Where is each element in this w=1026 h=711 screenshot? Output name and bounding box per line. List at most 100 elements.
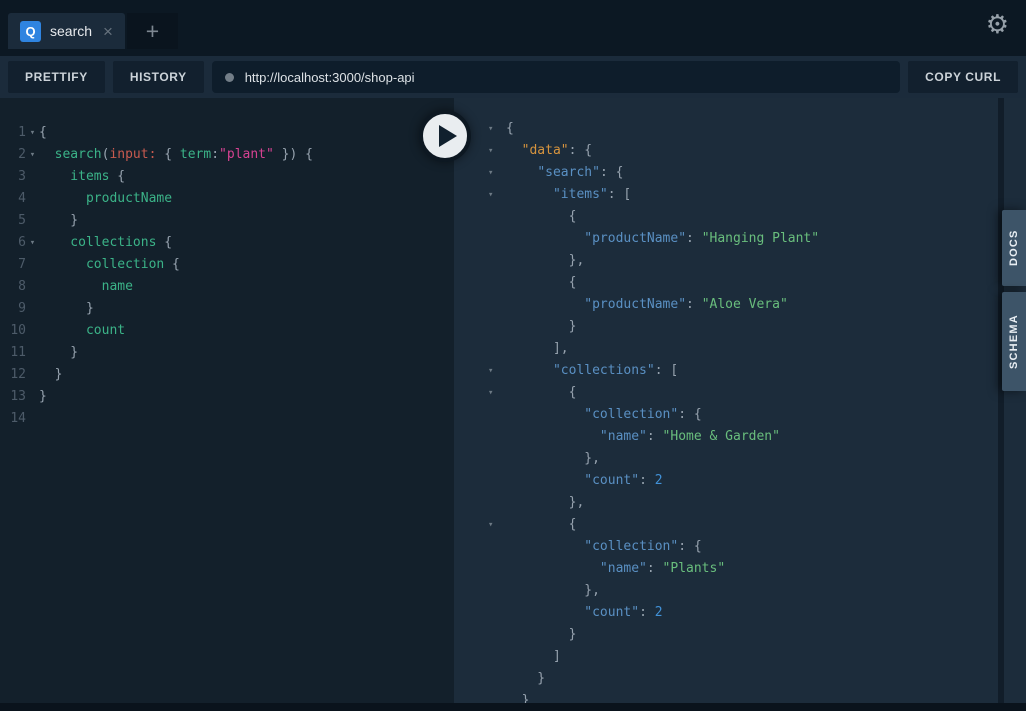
graphql-tab-icon: Q	[20, 21, 41, 42]
fold-spacer	[488, 646, 506, 668]
fold-spacer	[488, 668, 506, 690]
line-number: 12	[0, 364, 26, 386]
fold-arrow-icon[interactable]: ▾	[488, 184, 506, 206]
code-line: {	[454, 272, 1026, 294]
code-text: collections {	[39, 232, 454, 254]
fold-spacer	[26, 210, 39, 232]
fold-spacer	[488, 624, 506, 646]
query-editor[interactable]: 1▾{2▾ search(input: { term:"plant" }) {3…	[0, 98, 454, 703]
fold-arrow-icon[interactable]: ▾	[488, 360, 506, 382]
fold-spacer	[488, 206, 506, 228]
fold-spacer	[488, 338, 506, 360]
code-line: "productName": "Aloe Vera"	[454, 294, 1026, 316]
execute-query-button[interactable]	[419, 110, 471, 162]
code-text: {	[506, 206, 1026, 228]
history-button[interactable]: HISTORY	[113, 61, 204, 93]
fold-arrow-icon[interactable]: ▾	[26, 232, 39, 254]
endpoint-url-text: http://localhost:3000/shop-api	[245, 70, 415, 85]
code-line: },	[454, 492, 1026, 514]
code-line: 7 collection {	[0, 254, 454, 276]
tab-label: search	[50, 23, 92, 39]
code-text: ]	[506, 646, 1026, 668]
fold-spacer	[488, 492, 506, 514]
code-line: "name": "Plants"	[454, 558, 1026, 580]
code-line: },	[454, 580, 1026, 602]
fold-spacer	[488, 228, 506, 250]
code-line: }	[454, 624, 1026, 646]
code-text: collection {	[39, 254, 454, 276]
fold-spacer	[488, 470, 506, 492]
copy-curl-button[interactable]: COPY CURL	[908, 61, 1018, 93]
code-text: }	[39, 210, 454, 232]
code-text: ],	[506, 338, 1026, 360]
code-line: 11 }	[0, 342, 454, 364]
line-number: 3	[0, 166, 26, 188]
line-number: 8	[0, 276, 26, 298]
line-number: 4	[0, 188, 26, 210]
code-line: ]	[454, 646, 1026, 668]
code-text: }	[506, 690, 1026, 703]
code-text: count	[39, 320, 454, 342]
fold-arrow-icon[interactable]: ▾	[26, 144, 39, 166]
prettify-button[interactable]: PRETTIFY	[8, 61, 105, 93]
code-line: }	[454, 668, 1026, 690]
tab-search[interactable]: Q search ×	[8, 13, 125, 49]
code-text: name	[39, 276, 454, 298]
tab-schema[interactable]: SCHEMA	[1002, 292, 1026, 391]
fold-spacer	[26, 298, 39, 320]
response-viewer[interactable]: ▾{▾ "data": {▾ "search": {▾ "items": [ {…	[454, 98, 1026, 703]
line-number: 10	[0, 320, 26, 342]
fold-arrow-icon[interactable]: ▾	[488, 382, 506, 404]
code-text: "name": "Home & Garden"	[506, 426, 1026, 448]
line-number: 2	[0, 144, 26, 166]
code-line: 9 }	[0, 298, 454, 320]
line-number: 13	[0, 386, 26, 408]
line-number: 9	[0, 298, 26, 320]
fold-spacer	[488, 272, 506, 294]
code-line: ▾ "collections": [	[454, 360, 1026, 382]
code-text: "productName": "Aloe Vera"	[506, 294, 1026, 316]
code-line: ▾ "data": {	[454, 140, 1026, 162]
code-text: items {	[39, 166, 454, 188]
fold-spacer	[488, 536, 506, 558]
code-line: 14	[0, 408, 454, 430]
code-text: {	[39, 122, 454, 144]
tab-bar: Q search × + ⚙	[0, 0, 1026, 56]
code-line: "productName": "Hanging Plant"	[454, 228, 1026, 250]
fold-arrow-icon[interactable]: ▾	[26, 122, 39, 144]
code-line: 2▾ search(input: { term:"plant" }) {	[0, 144, 454, 166]
plus-icon: +	[146, 20, 159, 43]
code-line: "count": 2	[454, 470, 1026, 492]
fold-arrow-icon[interactable]: ▾	[488, 514, 506, 536]
close-tab-icon[interactable]: ×	[103, 23, 113, 40]
code-text: {	[506, 118, 1026, 140]
code-line: 4 productName	[0, 188, 454, 210]
code-text: }	[39, 364, 454, 386]
fold-spacer	[488, 404, 506, 426]
fold-spacer	[488, 602, 506, 624]
code-line: }	[454, 316, 1026, 338]
code-text: {	[506, 382, 1026, 404]
fold-spacer	[26, 188, 39, 210]
fold-arrow-icon[interactable]: ▾	[488, 118, 506, 140]
endpoint-url-input[interactable]: http://localhost:3000/shop-api	[212, 61, 900, 93]
code-line: 5 }	[0, 210, 454, 232]
code-line: "collection": {	[454, 536, 1026, 558]
fold-arrow-icon[interactable]: ▾	[488, 140, 506, 162]
code-line: ],	[454, 338, 1026, 360]
fold-arrow-icon[interactable]: ▾	[488, 162, 506, 184]
toolbar: PRETTIFY HISTORY http://localhost:3000/s…	[0, 56, 1026, 98]
fold-spacer	[26, 386, 39, 408]
new-tab-button[interactable]: +	[127, 13, 178, 49]
code-line: 3 items {	[0, 166, 454, 188]
tab-docs[interactable]: DOCS	[1002, 210, 1026, 286]
settings-gear-icon[interactable]: ⚙	[986, 9, 1009, 40]
code-text: "data": {	[506, 140, 1026, 162]
code-text: "count": 2	[506, 602, 1026, 624]
code-text: "collection": {	[506, 404, 1026, 426]
main-area: 1▾{2▾ search(input: { term:"plant" }) {3…	[0, 98, 1026, 703]
code-text: {	[506, 272, 1026, 294]
fold-spacer	[26, 342, 39, 364]
fold-spacer	[488, 294, 506, 316]
code-text: }	[39, 298, 454, 320]
